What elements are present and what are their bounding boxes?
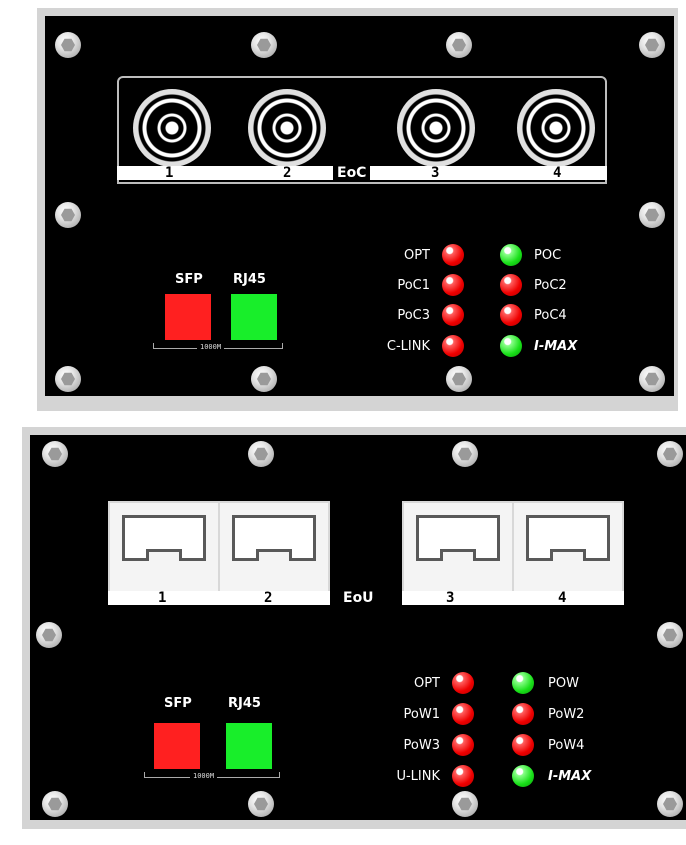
led-opt-icon (442, 244, 464, 266)
led-label-pow4: PoW4 (548, 738, 585, 753)
port-type-label: EoC (333, 166, 371, 180)
led-label-opt: OPT (403, 248, 430, 263)
bnc-port-4[interactable] (517, 89, 595, 167)
sfp-indicator (154, 723, 200, 769)
screw-icon (248, 791, 274, 817)
screw-icon (251, 366, 277, 392)
rj45-port-2[interactable] (218, 501, 330, 593)
screw-icon (657, 441, 683, 467)
rj45-port-1[interactable] (108, 501, 220, 593)
screw-icon (639, 202, 665, 228)
led-label-opt: OPT (413, 676, 440, 691)
port-number: 4 (558, 590, 567, 606)
screw-icon (248, 441, 274, 467)
screw-icon (639, 366, 665, 392)
screw-icon (657, 622, 683, 648)
led-label-i-max: I-MAX (534, 339, 578, 354)
sfp-label: SFP (164, 696, 192, 711)
speed-label: 1000M (197, 343, 225, 351)
led-label-poc4: PoC4 (534, 308, 567, 323)
port-number: 2 (264, 590, 273, 606)
screw-icon (55, 32, 81, 58)
port-label-bar (108, 591, 330, 605)
led-label-i-max: I-MAX (548, 769, 592, 784)
led-opt-icon (452, 672, 474, 694)
led-pow4-icon (512, 734, 534, 756)
screw-icon (446, 32, 472, 58)
port-number: 1 (165, 165, 174, 181)
bnc-port-1[interactable] (133, 89, 211, 167)
rj45-label: RJ45 (228, 696, 261, 711)
screw-icon (42, 791, 68, 817)
rj45-port-3[interactable] (402, 501, 514, 593)
led-label-c-link: C-LINK (386, 339, 430, 354)
led-i-max-icon (512, 765, 534, 787)
port-type-label: EoU (339, 591, 378, 605)
speed-label: 1000M (190, 772, 218, 780)
screw-icon (446, 366, 472, 392)
screw-icon (452, 791, 478, 817)
bnc-port-3[interactable] (397, 89, 475, 167)
screw-icon (251, 32, 277, 58)
screw-icon (657, 791, 683, 817)
led-poc4-icon (500, 304, 522, 326)
led-pow2-icon (512, 703, 534, 725)
led-poc3-icon (442, 304, 464, 326)
rj45-indicator (231, 294, 277, 340)
led-c-link-icon (442, 335, 464, 357)
led-label-poc3: PoC3 (397, 308, 430, 323)
rj45-socket-icon (526, 515, 610, 561)
screw-icon (42, 441, 68, 467)
port-number: 2 (283, 165, 292, 181)
bottom-device-panel: 1 2 EoU 3 4 SFP RJ45 1000M OPT PoW1 PoW3… (30, 435, 686, 820)
port-label-bar (402, 591, 624, 605)
led-pow1-icon (452, 703, 474, 725)
led-pow-icon (512, 672, 534, 694)
port-number: 4 (553, 165, 562, 181)
sfp-indicator (165, 294, 211, 340)
led-label-poc1: PoC1 (397, 278, 430, 293)
rj45-socket-icon (122, 515, 206, 561)
screw-icon (55, 202, 81, 228)
screw-icon (452, 441, 478, 467)
sfp-label: SFP (175, 272, 203, 287)
rj45-socket-icon (232, 515, 316, 561)
rj45-indicator (226, 723, 272, 769)
screw-icon (55, 366, 81, 392)
bnc-port-2[interactable] (248, 89, 326, 167)
led-i-max-icon (500, 335, 522, 357)
led-u-link-icon (452, 765, 474, 787)
led-label-poc: POC (534, 248, 562, 263)
port-number: 3 (446, 590, 455, 606)
led-label-pow1: PoW1 (403, 707, 440, 722)
led-label-pow: POW (548, 676, 579, 691)
led-poc-icon (500, 244, 522, 266)
led-label-pow2: PoW2 (548, 707, 585, 722)
screw-icon (639, 32, 665, 58)
led-poc1-icon (442, 274, 464, 296)
led-label-pow3: PoW3 (403, 738, 440, 753)
rj45-socket-icon (416, 515, 500, 561)
led-pow3-icon (452, 734, 474, 756)
rj45-port-4[interactable] (512, 501, 624, 593)
port-number: 1 (158, 590, 167, 606)
led-poc2-icon (500, 274, 522, 296)
led-label-poc2: PoC2 (534, 278, 567, 293)
screw-icon (36, 622, 62, 648)
led-label-u-link: U-LINK (396, 769, 440, 784)
rj45-label: RJ45 (233, 272, 266, 287)
top-device-panel: 1 2 EoC 3 4 SFP RJ45 1000M OPT PoC1 PoC3… (45, 16, 674, 396)
port-number: 3 (431, 165, 440, 181)
